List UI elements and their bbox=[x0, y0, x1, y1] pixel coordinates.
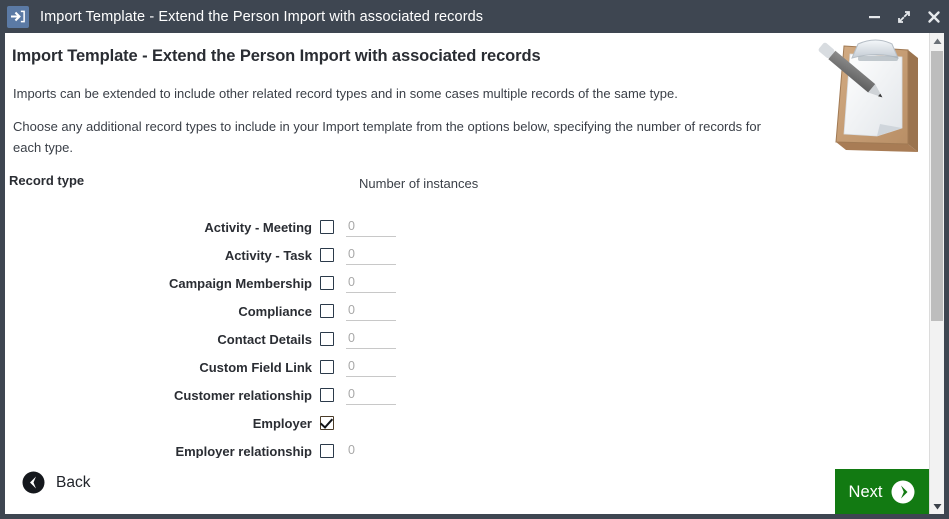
record-type-label: Campaign Membership bbox=[168, 275, 312, 291]
record-type-checkbox[interactable] bbox=[320, 416, 334, 430]
record-type-list: Activity - Meeting Activity - Task Campaig… bbox=[5, 213, 929, 458]
record-type-row: Contact Details bbox=[5, 325, 929, 353]
next-button[interactable]: Next bbox=[835, 469, 929, 514]
instances-input[interactable] bbox=[346, 385, 396, 405]
record-type-row: Activity - Meeting bbox=[5, 213, 929, 241]
clipboard-with-pen-icon bbox=[800, 36, 929, 176]
intro-paragraph-2: Choose any additional record types to in… bbox=[13, 119, 761, 155]
instances-input[interactable] bbox=[346, 441, 396, 458]
record-type-checkbox[interactable] bbox=[320, 332, 334, 346]
intro-paragraph-1: Imports can be extended to include other… bbox=[13, 86, 678, 101]
instances-cell bbox=[346, 413, 396, 433]
scroll-up-arrow-icon[interactable] bbox=[930, 33, 944, 49]
page-title: Import Template - Extend the Person Impo… bbox=[12, 47, 541, 65]
chevron-left-circle-icon bbox=[22, 471, 45, 494]
instances-cell bbox=[346, 385, 396, 405]
close-icon[interactable] bbox=[919, 0, 949, 33]
record-type-row: Employer bbox=[5, 409, 929, 437]
record-type-row: Campaign Membership bbox=[5, 269, 929, 297]
instances-cell bbox=[346, 441, 396, 458]
window-controls bbox=[859, 0, 949, 33]
record-type-checkbox[interactable] bbox=[320, 276, 334, 290]
record-type-label: Employer bbox=[252, 415, 312, 431]
instances-input[interactable] bbox=[346, 357, 396, 377]
record-type-checkbox[interactable] bbox=[320, 220, 334, 234]
record-type-checkbox[interactable] bbox=[320, 248, 334, 262]
record-type-label: Contact Details bbox=[217, 331, 312, 347]
record-type-row: Employer relationship bbox=[5, 437, 929, 458]
record-type-label: Activity - Task bbox=[224, 247, 312, 263]
record-type-label: Employer relationship bbox=[175, 443, 312, 459]
application-window: Import Template - Extend the Person Impo… bbox=[0, 0, 949, 519]
record-type-label: Compliance bbox=[238, 303, 312, 319]
dialog-footer: Back Next bbox=[5, 458, 929, 514]
vertical-scrollbar[interactable] bbox=[929, 33, 944, 514]
scrollbar-thumb[interactable] bbox=[931, 51, 943, 321]
content-pane: Import Template - Extend the Person Impo… bbox=[5, 33, 929, 458]
instances-input[interactable] bbox=[346, 217, 396, 237]
record-type-label: Custom Field Link bbox=[199, 359, 312, 375]
instances-input[interactable] bbox=[346, 329, 396, 349]
scroll-down-arrow-icon[interactable] bbox=[930, 498, 944, 514]
record-type-checkbox[interactable] bbox=[320, 388, 334, 402]
chevron-right-circle-icon bbox=[891, 480, 915, 504]
instances-cell bbox=[346, 273, 396, 293]
instances-cell bbox=[346, 217, 396, 237]
instances-cell bbox=[346, 301, 396, 321]
window-client-area: Import Template - Extend the Person Impo… bbox=[5, 33, 944, 514]
record-type-checkbox[interactable] bbox=[320, 444, 334, 458]
window-title: Import Template - Extend the Person Impo… bbox=[40, 8, 484, 25]
record-type-row: Customer relationship bbox=[5, 381, 929, 409]
instances-cell bbox=[346, 329, 396, 349]
record-type-row: Custom Field Link bbox=[5, 353, 929, 381]
minimize-icon[interactable] bbox=[859, 0, 889, 33]
column-header-record-type: Record type bbox=[9, 173, 85, 188]
column-header-number-of-instances: Number of instances bbox=[359, 176, 479, 191]
next-button-label: Next bbox=[848, 482, 883, 501]
instances-input[interactable] bbox=[346, 301, 396, 321]
maximize-icon[interactable] bbox=[889, 0, 919, 33]
instances-input[interactable] bbox=[346, 245, 396, 265]
back-button[interactable]: Back bbox=[22, 471, 90, 494]
instances-cell bbox=[346, 357, 396, 377]
record-type-checkbox[interactable] bbox=[320, 304, 334, 318]
back-button-label: Back bbox=[56, 473, 91, 491]
record-type-row: Activity - Task bbox=[5, 241, 929, 269]
record-type-label: Customer relationship bbox=[174, 387, 312, 403]
record-type-label: Activity - Meeting bbox=[204, 219, 312, 235]
instances-input[interactable] bbox=[346, 273, 396, 293]
import-arrow-icon bbox=[7, 5, 29, 28]
instances-cell bbox=[346, 245, 396, 265]
title-bar: Import Template - Extend the Person Impo… bbox=[0, 0, 949, 33]
record-type-row: Compliance bbox=[5, 297, 929, 325]
record-type-checkbox[interactable] bbox=[320, 360, 334, 374]
